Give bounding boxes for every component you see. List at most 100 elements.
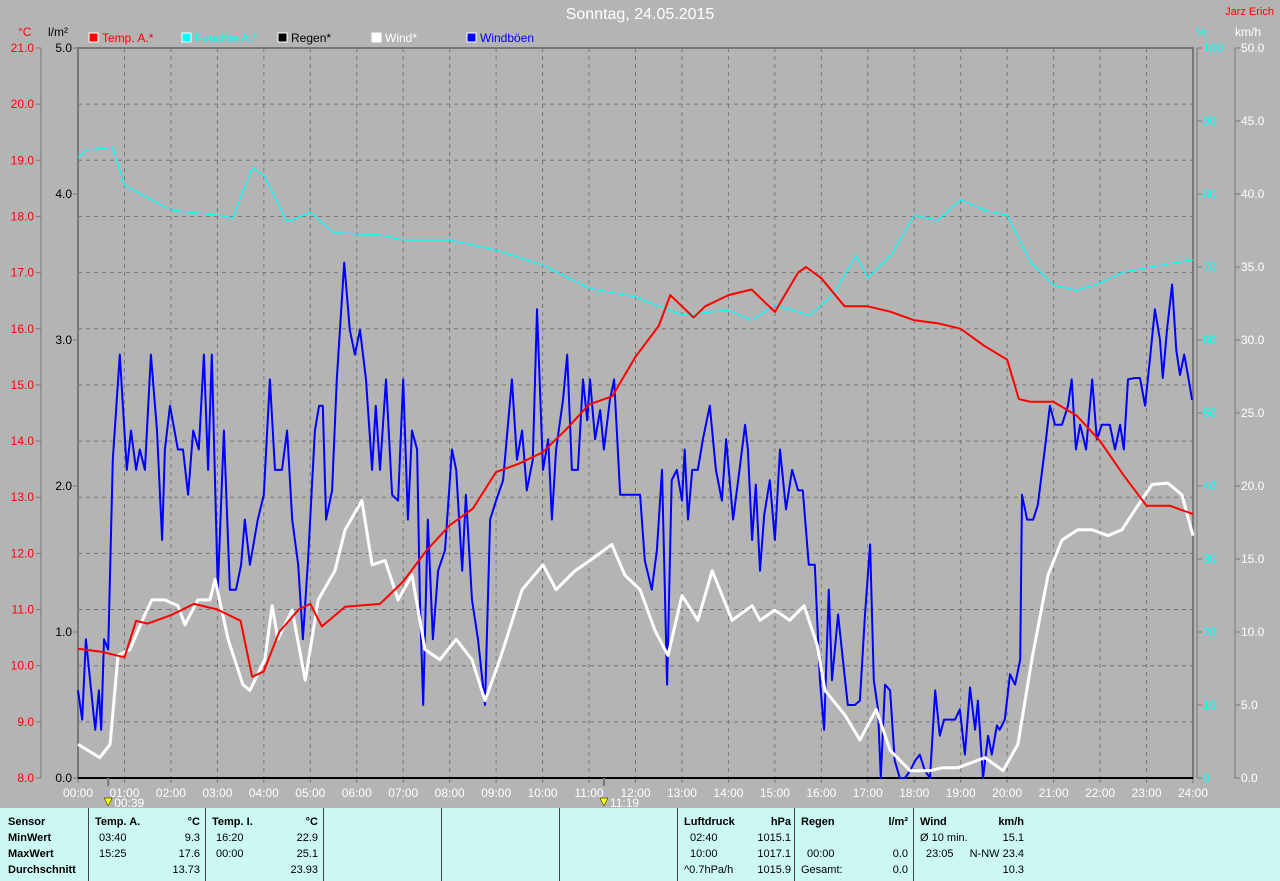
- min-label: MinWert: [8, 832, 52, 844]
- legend-label: Regen*: [291, 31, 331, 45]
- x-tick-label: 14:00: [713, 786, 743, 800]
- x-tick-label: 03:00: [202, 786, 232, 800]
- avg-label: Durchschnitt: [8, 864, 76, 876]
- col-unit: l/m²: [888, 816, 908, 828]
- legend-swatch: [466, 32, 477, 43]
- moonset-icon: [103, 797, 113, 807]
- x-tick-label: 04:00: [249, 786, 279, 800]
- wind-tick-label: 30.0: [1241, 333, 1265, 347]
- humidity-tick-label: 20: [1203, 625, 1217, 639]
- max-time: 00:00: [807, 848, 835, 860]
- max-value: 0.0: [892, 848, 908, 860]
- stats-empty-2: [441, 808, 560, 881]
- temp-tick-label: 20.0: [11, 97, 35, 111]
- humidity-tick-label: 60: [1203, 333, 1217, 347]
- temp-tick-label: 16.0: [11, 322, 35, 336]
- humidity-tick-label: 40: [1203, 479, 1217, 493]
- col-unit: °C: [187, 816, 200, 828]
- wind-tick-label: 20.0: [1241, 479, 1265, 493]
- plot-frame: [77, 47, 1194, 779]
- max-value: 1017.1: [757, 848, 791, 860]
- moonrise-icon: [599, 797, 609, 807]
- max-time: 15:25: [99, 848, 127, 860]
- stats-temp-i: Temp. I. °C 16:20 22.9 00:00 25.1 23.93: [205, 808, 324, 881]
- legend-swatch: [277, 32, 288, 43]
- humidity-tick-label: 70: [1203, 260, 1217, 274]
- avg-value: 23.93: [290, 864, 318, 876]
- x-tick-label: 11:00: [574, 786, 603, 800]
- rain-tick-label: 2.0: [55, 479, 72, 493]
- max-time: 00:00: [216, 848, 244, 860]
- min-value: 9.3: [184, 832, 200, 844]
- x-tick-label: 20:00: [992, 786, 1022, 800]
- avg-value: 10.3: [1002, 864, 1024, 876]
- x-tick-label: 17:00: [853, 786, 883, 800]
- max-label: MaxWert: [8, 848, 54, 860]
- x-tick-label: 24:00: [1178, 786, 1208, 800]
- x-tick-label: 10:00: [528, 786, 558, 800]
- marker-label: 00:39: [114, 796, 144, 808]
- rain-tick-label: 3.0: [55, 333, 72, 347]
- x-tick-label: 22:00: [1085, 786, 1115, 800]
- wind-tick-label: 15.0: [1241, 552, 1265, 566]
- stats-wind: Wind km/h Ø 10 min. 15.1 23:05 N-NW 23.4…: [913, 808, 1032, 881]
- max-time: 10:00: [690, 848, 718, 860]
- temp-tick-label: 8.0: [17, 771, 34, 785]
- temp-axis-unit: °C: [18, 25, 32, 39]
- stats-rain: Regen l/m² 00:00 0.0 Gesamt: 0.0: [794, 808, 914, 881]
- temp-tick-label: 17.0: [11, 266, 35, 280]
- humidity-tick-label: 0: [1203, 771, 1210, 785]
- sensor-header: Sensor: [8, 816, 46, 828]
- rain-tick-label: 4.0: [55, 187, 72, 201]
- legend-label: Feuchte A.*: [195, 31, 257, 45]
- col-header: Regen: [801, 816, 835, 828]
- temp-tick-label: 11.0: [12, 603, 35, 617]
- wind-tick-label: 50.0: [1241, 41, 1265, 55]
- humidity-tick-label: 80: [1203, 187, 1217, 201]
- rain-axis-unit: l/m²: [48, 25, 68, 39]
- wind-tick-label: 0.0: [1241, 771, 1258, 785]
- max-time: 23:05: [926, 848, 954, 860]
- min-value: 1015.1: [757, 832, 791, 844]
- humidity-tick-label: 50: [1203, 406, 1217, 420]
- x-tick-label: 07:00: [388, 786, 418, 800]
- min-time: 16:20: [216, 832, 244, 844]
- max-value: 25.1: [296, 848, 318, 860]
- x-tick-label: 09:00: [481, 786, 511, 800]
- humidity-tick-label: 30: [1203, 552, 1217, 566]
- total-value: 0.0: [892, 864, 908, 876]
- rain-tick-label: 0.0: [55, 771, 72, 785]
- marker-label: 11:19: [610, 796, 639, 808]
- temp-tick-label: 15.0: [11, 378, 35, 392]
- temp-tick-label: 9.0: [17, 715, 34, 729]
- legend-swatch: [371, 32, 382, 43]
- min-time: 03:40: [99, 832, 127, 844]
- wind-tick-label: 40.0: [1241, 187, 1265, 201]
- temp-tick-label: 13.0: [11, 490, 35, 504]
- stats-empty-1: [323, 808, 442, 881]
- max-value: 17.6: [178, 848, 200, 860]
- rain-tick-label: 1.0: [55, 625, 72, 639]
- avg10-value: 15.1: [1002, 832, 1024, 844]
- wind-tick-label: 45.0: [1241, 114, 1265, 128]
- weather-chart: 00:00 01:00 02:00 03:00 04:00 05:00 06:00 07:00…: [11, 25, 1265, 808]
- temp-tick-label: 21.0: [11, 41, 35, 55]
- x-tick-label: 08:00: [435, 786, 465, 800]
- humidity-axis-unit: %: [1196, 25, 1207, 39]
- wind-axis-unit: km/h: [1235, 25, 1261, 39]
- wind-tick-label: 35.0: [1241, 260, 1265, 274]
- x-tick-label: 05:00: [295, 786, 325, 800]
- legend-swatch: [88, 32, 99, 43]
- x-tick-label: 15:00: [760, 786, 790, 800]
- wind-tick-label: 25.0: [1241, 406, 1265, 420]
- col-unit: hPa: [770, 816, 791, 828]
- col-unit: km/h: [998, 816, 1024, 828]
- wind-tick-label: 10.0: [1241, 625, 1265, 639]
- temp-tick-label: 10.0: [11, 659, 35, 673]
- col-header: Temp. I.: [212, 816, 253, 828]
- x-tick-label: 02:00: [156, 786, 186, 800]
- max-value: N-NW 23.4: [969, 848, 1024, 860]
- legend-swatch: [181, 32, 192, 43]
- legend-label: Wind*: [385, 31, 417, 45]
- stats-pressure: Luftdruck hPa 02:40 1015.1 10:00 1017.1 …: [677, 808, 795, 881]
